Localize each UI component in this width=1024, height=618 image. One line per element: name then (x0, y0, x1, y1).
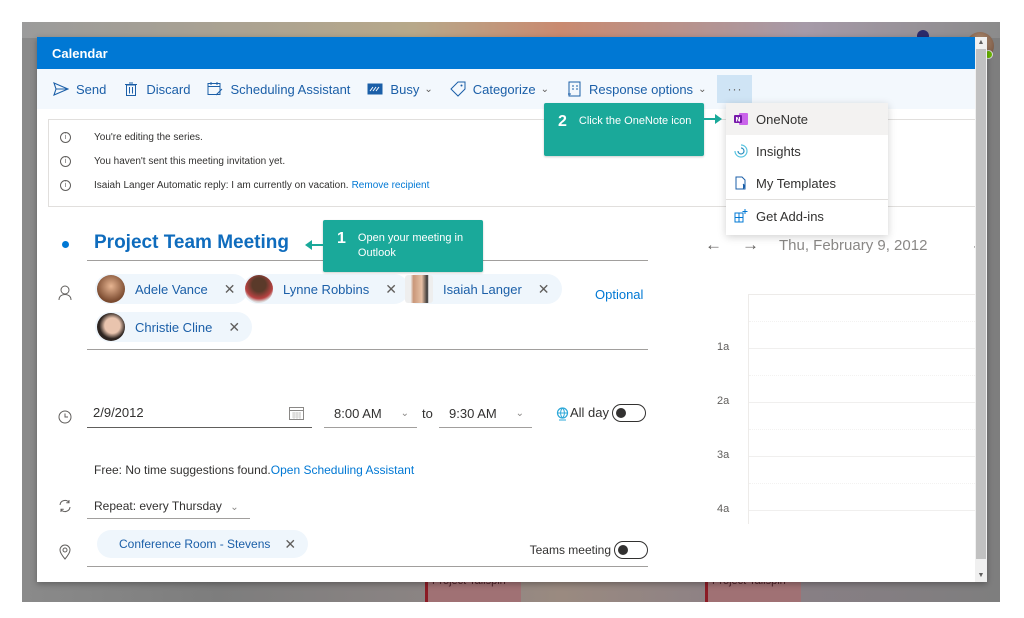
to-label: to (422, 406, 433, 421)
avatar (97, 275, 125, 303)
location-pin-icon (59, 544, 71, 565)
optional-attendees-link[interactable]: Optional (595, 287, 643, 302)
location-field[interactable]: Conference Room - Stevens ✕ Teams meetin… (87, 527, 648, 567)
grid-line (749, 375, 987, 376)
info-icon: i (60, 179, 71, 191)
more-options-menu: N OneNote Insights My Templates Get Add-… (726, 103, 888, 235)
hour-label: 1a (717, 341, 730, 353)
scroll-up-icon[interactable]: ▲ (975, 37, 987, 49)
category-dot-icon (62, 241, 69, 248)
grid-line (749, 483, 987, 484)
menu-item-onenote[interactable]: N OneNote (726, 103, 888, 135)
response-options-icon (566, 81, 582, 97)
scroll-down-icon[interactable]: ▼ (975, 570, 987, 582)
step-1-callout: 1 Open your meeting in Outlook (323, 220, 483, 272)
callout-arrow-icon (704, 114, 722, 124)
categorize-dropdown[interactable]: Categorize ⌄ (450, 81, 549, 97)
window-titlebar: Calendar (37, 37, 987, 69)
calendar-edit-icon (207, 81, 223, 97)
calendar-icon[interactable] (289, 405, 304, 427)
teams-meeting-toggle[interactable] (614, 541, 648, 559)
repeat-icon (58, 499, 72, 518)
tag-icon (450, 81, 466, 97)
attendee-chip[interactable]: Isaiah Langer ✕ (403, 274, 562, 304)
info-icon: i (60, 131, 71, 143)
response-options-dropdown[interactable]: Response options ⌄ (566, 81, 706, 97)
insights-icon (734, 144, 748, 158)
discard-button[interactable]: Discard (123, 81, 190, 97)
location-chip[interactable]: Conference Room - Stevens ✕ (97, 530, 309, 558)
previous-day-arrow-icon[interactable]: ← (705, 235, 722, 255)
scrollbar-thumb[interactable] (976, 49, 986, 559)
teams-meeting-toggle-group: Teams meeting (530, 541, 648, 559)
day-view-grid (748, 294, 987, 524)
attendee-chip[interactable]: Adele Vance ✕ (95, 274, 248, 304)
day-view-date: Thu, February 9, 2012 (779, 236, 928, 254)
grid-line (749, 402, 987, 403)
more-options-button[interactable]: ··· (717, 75, 753, 103)
grid-line (749, 321, 987, 322)
hour-label: 3a (717, 449, 730, 461)
grid-line (749, 456, 987, 457)
repeat-dropdown[interactable]: Repeat: every Thursday ⌄ (87, 495, 250, 519)
avatar (97, 313, 125, 341)
hour-label: 4a (717, 503, 730, 515)
day-view-nav: ← → Thu, February 9, 2012 ⌄ (705, 235, 985, 255)
attendee-chip[interactable]: Christie Cline ✕ (95, 312, 253, 342)
start-time-dropdown[interactable]: 8:00 AM ⌄ (324, 402, 417, 428)
step-2-callout: 2 Click the OneNote icon (544, 103, 704, 156)
chevron-down-icon: ⌄ (424, 83, 433, 95)
templates-icon (734, 176, 748, 190)
free-busy-status: Free: No time suggestions found.Open Sch… (94, 463, 415, 477)
event-editor-window: Calendar Send Discard Scheduling Assista… (37, 37, 987, 582)
add-ins-icon (734, 209, 748, 223)
background-header (22, 22, 1000, 38)
avatar (245, 275, 273, 303)
clock-icon (58, 410, 72, 429)
next-day-arrow-icon[interactable]: → (742, 235, 759, 255)
grid-line (749, 348, 987, 349)
busy-status-icon (367, 81, 383, 97)
callout-arrow-icon (305, 240, 325, 250)
time-zone-icon[interactable] (556, 407, 569, 426)
remove-attendee-icon[interactable]: ✕ (385, 281, 397, 298)
open-scheduling-assistant-link[interactable]: Open Scheduling Assistant (271, 463, 414, 477)
all-day-toggle-group: All day (570, 402, 647, 424)
all-day-toggle[interactable] (612, 404, 647, 422)
send-icon (53, 81, 69, 97)
remove-attendee-icon[interactable]: ✕ (228, 319, 240, 336)
chevron-down-icon: ⌄ (515, 408, 524, 419)
grid-line (749, 510, 987, 511)
chevron-down-icon: ⌄ (698, 83, 707, 95)
date-input[interactable]: 2/9/2012 (87, 402, 312, 428)
window-title: Calendar (52, 46, 108, 61)
end-time-dropdown[interactable]: 9:30 AM ⌄ (439, 402, 532, 428)
chevron-down-icon: ⌄ (400, 408, 409, 419)
info-icon: i (60, 155, 71, 167)
avatar (405, 275, 433, 303)
menu-item-my-templates[interactable]: My Templates (726, 167, 888, 199)
chevron-down-icon: ⌄ (230, 502, 239, 513)
hour-label: 2a (717, 395, 730, 407)
attendees-field[interactable]: Adele Vance ✕ Lynne Robbins ✕ Isaiah Lan… (87, 272, 648, 350)
vertical-scrollbar[interactable]: ▲ ▼ (975, 37, 987, 582)
menu-item-get-add-ins[interactable]: Get Add-ins (726, 200, 888, 232)
trash-icon (123, 81, 139, 97)
scheduling-assistant-button[interactable]: Scheduling Assistant (207, 81, 350, 97)
chevron-down-icon: ⌄ (540, 83, 549, 95)
remove-recipient-link[interactable]: Remove recipient (352, 180, 430, 191)
attendee-chip[interactable]: Lynne Robbins ✕ (243, 274, 409, 304)
people-icon (58, 285, 72, 306)
send-button[interactable]: Send (53, 81, 106, 97)
busy-status-dropdown[interactable]: Busy ⌄ (367, 81, 433, 97)
svg-text:N: N (735, 117, 740, 124)
grid-line (749, 429, 987, 430)
onenote-icon: N (734, 112, 748, 126)
menu-item-insights[interactable]: Insights (726, 135, 888, 167)
remove-attendee-icon[interactable]: ✕ (538, 281, 550, 298)
remove-attendee-icon[interactable]: ✕ (224, 281, 236, 298)
remove-location-icon[interactable]: ✕ (284, 536, 296, 553)
